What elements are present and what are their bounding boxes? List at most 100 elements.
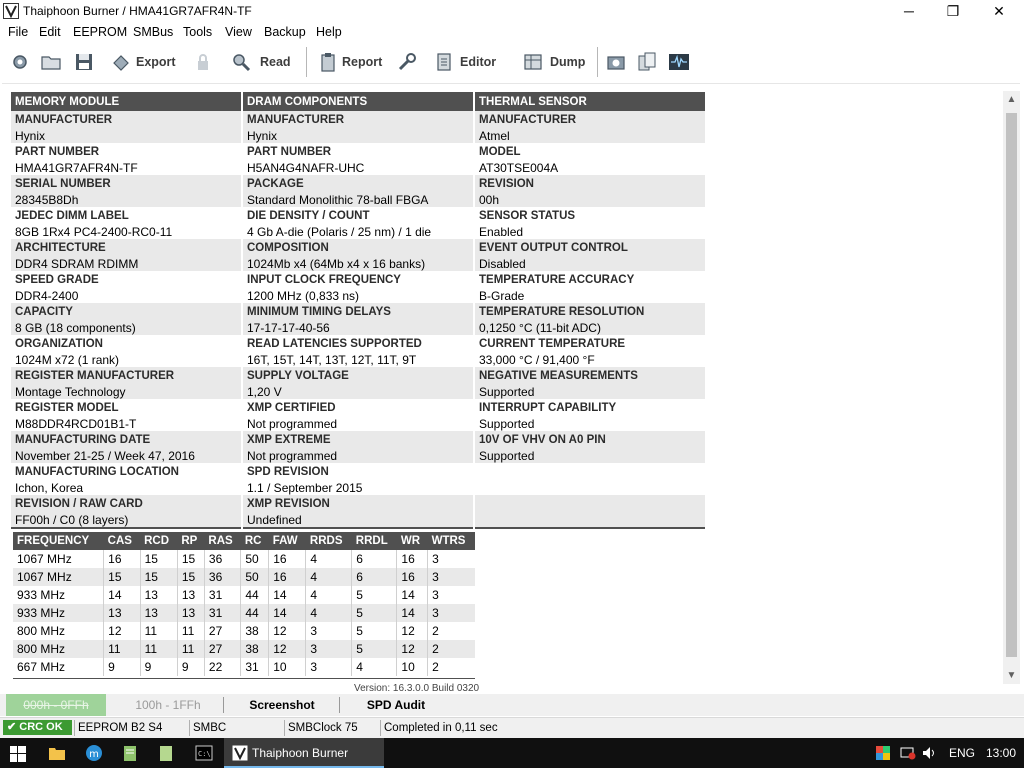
vertical-scrollbar[interactable]: ▲ ▼ xyxy=(1003,91,1020,684)
info-value: 1024M x72 (1 rank) xyxy=(15,353,120,367)
settings-gear-icon[interactable] xyxy=(9,51,31,73)
table-cell: 4 xyxy=(305,604,352,622)
info-label: PACKAGE xyxy=(247,178,304,190)
scroll-down-icon[interactable]: ▼ xyxy=(1003,667,1020,684)
dump-button[interactable]: Dump xyxy=(550,55,585,69)
export-icon[interactable] xyxy=(110,51,132,73)
smbclock-status: SMBClock 75 kHz xyxy=(284,720,378,750)
copy-documents-icon[interactable] xyxy=(636,51,658,73)
info-label: SPD REVISION xyxy=(247,466,329,478)
table-cell: 3 xyxy=(305,622,352,640)
network-warning-icon[interactable] xyxy=(900,746,916,760)
info-value: Undefined xyxy=(247,513,302,527)
info-value: Enabled xyxy=(479,225,524,239)
info-row: MANUFACTURER Hynix xyxy=(11,111,241,143)
info-row: READ LATENCIES SUPPORTED 16T, 15T, 14T, 1… xyxy=(243,335,473,367)
memory-module-section: MEMORY MODULE MANUFACTURER Hynix PART NUM… xyxy=(11,92,241,529)
volume-icon[interactable] xyxy=(922,746,938,760)
close-button[interactable]: ✕ xyxy=(976,0,1022,22)
info-value: Supported xyxy=(479,385,535,399)
tab-000h-0ffh[interactable]: 000h - 0FFh xyxy=(6,694,106,716)
table-cell: 800 MHz xyxy=(13,640,104,658)
info-row: SENSOR STATUS Enabled xyxy=(475,207,705,239)
open-folder-icon[interactable] xyxy=(40,51,62,73)
scroll-up-icon[interactable]: ▲ xyxy=(1003,91,1020,108)
table-cell: 933 MHz xyxy=(13,586,104,604)
table-cell: 15 xyxy=(139,568,178,586)
menu-backup[interactable]: Backup xyxy=(264,25,306,39)
screenshot-camera-icon[interactable] xyxy=(605,51,627,73)
info-label: 10V OF VHV ON A0 PIN xyxy=(479,434,606,446)
menu-smbus[interactable]: SMBus xyxy=(133,25,173,39)
info-label: PART NUMBER xyxy=(247,146,332,158)
taskbar-app-thaiphoon[interactable]: Thaiphoon Burner xyxy=(224,738,384,768)
file-explorer-icon[interactable] xyxy=(48,745,66,761)
title-bar: Thaiphoon Burner / HMA41GR7AFR4N-TF ─ ❐ … xyxy=(0,0,1024,22)
wrench-icon[interactable] xyxy=(396,51,418,73)
table-cell: 15 xyxy=(103,568,141,586)
language-indicator[interactable]: ENG xyxy=(949,746,975,760)
editor-document-icon[interactable] xyxy=(433,51,455,73)
maxthon-browser-icon[interactable]: m xyxy=(85,744,103,762)
info-label: REVISION / RAW CARD xyxy=(15,498,143,510)
scroll-thumb[interactable] xyxy=(1006,113,1017,657)
info-label: MANUFACTURING DATE xyxy=(15,434,151,446)
info-row: DIE DENSITY / COUNT 4 Gb A-die (Polaris /… xyxy=(243,207,473,239)
info-value: 17-17-17-40-56 xyxy=(247,321,330,335)
info-value: Hynix xyxy=(247,129,278,143)
checkmark-icon: ✔ xyxy=(7,721,17,733)
table-cell: 16 xyxy=(268,550,306,568)
table-cell: 31 xyxy=(240,658,269,676)
notepad-icon[interactable] xyxy=(122,744,138,762)
windows-start-icon[interactable] xyxy=(10,746,26,762)
editor-button[interactable]: Editor xyxy=(460,55,496,69)
menu-tools[interactable]: Tools xyxy=(183,25,212,39)
minimize-button[interactable]: ─ xyxy=(886,0,932,22)
tab-spd-audit[interactable]: SPD Audit xyxy=(346,694,446,716)
tab-screenshot[interactable]: Screenshot xyxy=(232,694,332,716)
menu-file[interactable]: File xyxy=(8,25,28,39)
table-row: 800 MHz 12 11 11 27 38 12 3 5 12 2 xyxy=(13,622,475,640)
info-row-empty xyxy=(475,495,705,527)
table-cell: 44 xyxy=(240,586,269,604)
oscilloscope-icon[interactable] xyxy=(668,51,690,73)
table-cell: 13 xyxy=(139,586,178,604)
report-clipboard-icon[interactable] xyxy=(317,51,339,73)
menu-eeprom[interactable]: EEPROM xyxy=(73,25,127,39)
menu-help[interactable]: Help xyxy=(316,25,342,39)
table-cell: 4 xyxy=(305,568,352,586)
report-button[interactable]: Report xyxy=(342,55,382,69)
info-value: Not programmed xyxy=(247,417,338,431)
table-row: 800 MHz 11 11 11 27 38 12 3 5 12 2 xyxy=(13,640,475,658)
dump-table-icon[interactable] xyxy=(522,51,544,73)
menu-view[interactable]: View xyxy=(225,25,252,39)
read-magnifier-icon[interactable] xyxy=(230,51,252,73)
read-button[interactable]: Read xyxy=(260,55,291,69)
info-value: 0,1250 °C (11-bit ADC) xyxy=(479,321,601,335)
clock[interactable]: 13:00 xyxy=(986,746,1016,760)
table-cell: 800 MHz xyxy=(13,622,104,640)
color-tray-icon[interactable] xyxy=(876,746,890,760)
table-cell: 50 xyxy=(240,550,269,568)
export-button[interactable]: Export xyxy=(136,55,176,69)
window-title: Thaiphoon Burner / HMA41GR7AFR4N-TF xyxy=(23,4,252,18)
info-label: COMPOSITION xyxy=(247,242,329,254)
maximize-button[interactable]: ❐ xyxy=(930,0,976,22)
info-row-empty xyxy=(475,463,705,495)
table-cell: 36 xyxy=(203,568,241,586)
tab-100h-1ffh[interactable]: 100h - 1FFh xyxy=(118,694,218,716)
command-prompt-icon[interactable]: C:\ xyxy=(195,745,213,761)
lock-icon[interactable] xyxy=(192,51,214,73)
info-value: 33,000 °C / 91,400 °F xyxy=(479,353,595,367)
info-label: TEMPERATURE RESOLUTION xyxy=(479,306,645,318)
info-value: 28345B8Dh xyxy=(15,193,79,207)
save-disk-icon[interactable] xyxy=(73,51,95,73)
table-cell: 14 xyxy=(396,586,428,604)
col-rrds: RRDS xyxy=(305,532,352,550)
info-row: SPD REVISION 1.1 / September 2015 xyxy=(243,463,473,495)
menu-edit[interactable]: Edit xyxy=(39,25,61,39)
info-row: ARCHITECTURE DDR4 SDRAM RDIMM xyxy=(11,239,241,271)
table-row: 1067 MHz 16 15 15 36 50 16 4 6 16 3 xyxy=(13,550,475,568)
notes-icon[interactable] xyxy=(158,744,174,762)
info-label: INPUT CLOCK FREQUENCY xyxy=(247,274,401,286)
